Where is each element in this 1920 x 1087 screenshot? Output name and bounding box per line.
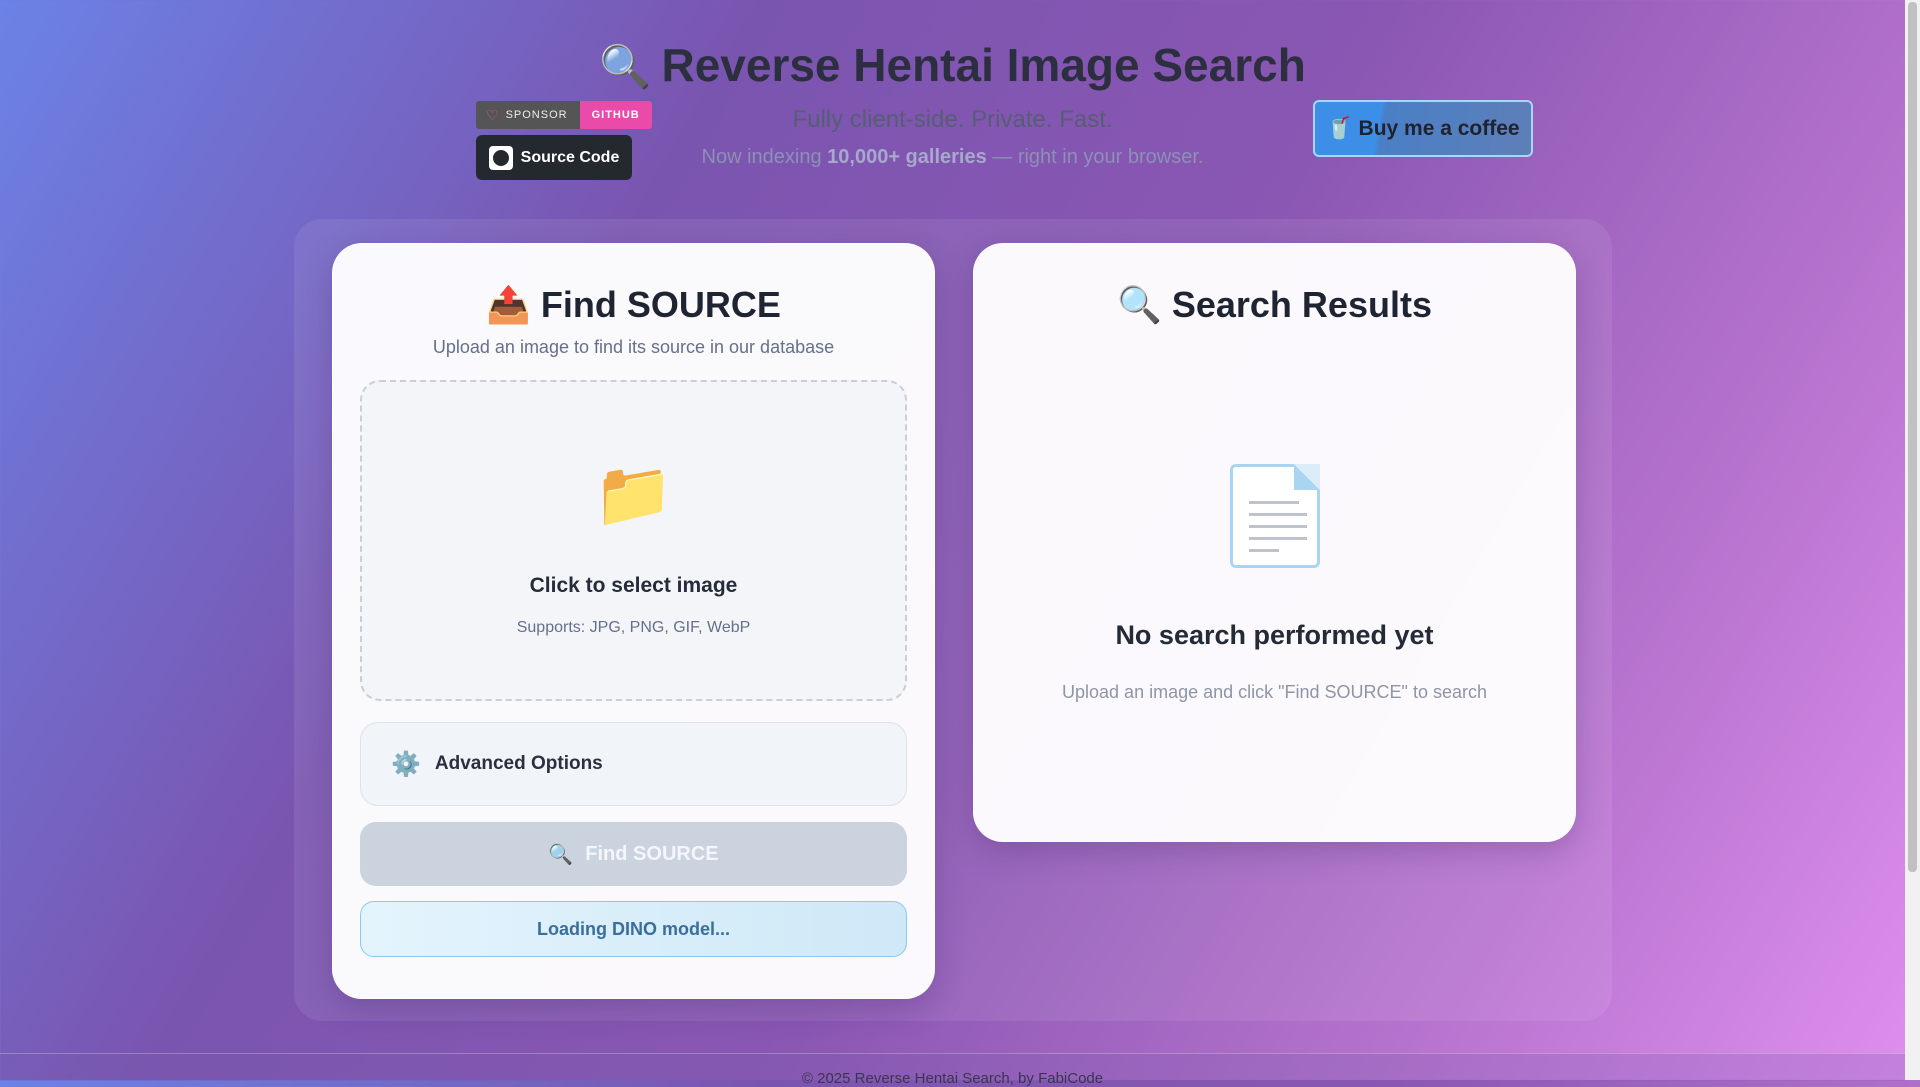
model-loading-status: Loading DINO model... xyxy=(360,901,907,957)
find-source-title: 📤 Find SOURCE xyxy=(333,284,934,326)
image-dropzone[interactable]: 📁 Click to select image Supports: JPG, P… xyxy=(360,380,907,701)
empty-state-title: No search performed yet xyxy=(1115,620,1434,650)
indexing-post: — right in your browser. xyxy=(986,146,1204,168)
search-results-card: 🔍 Search Results No search performed yet … xyxy=(973,243,1576,842)
github-icon xyxy=(488,145,513,170)
document-icon xyxy=(974,464,1575,568)
scrollbar-thumb[interactable] xyxy=(1908,2,1917,872)
github-sponsor-badge[interactable]: ♡ SPONSOR GITHUB xyxy=(476,101,652,129)
search-results-title-text: Search Results xyxy=(1171,284,1432,325)
supported-formats: Supports: JPG, PNG, GIF, WebP xyxy=(516,619,751,636)
magnifier-icon: 🔍 xyxy=(1117,284,1162,325)
page-subtitle: Fully client-side. Private. Fast. xyxy=(792,106,1113,133)
select-image-label: Click to select image xyxy=(529,574,738,597)
source-code-button[interactable]: Source Code xyxy=(476,135,632,180)
gear-icon: ⚙️ xyxy=(391,750,421,778)
search-results-title: 🔍 Search Results xyxy=(974,284,1575,326)
indexing-pre: Now indexing xyxy=(701,146,828,168)
page-title: 🔍 Reverse Hentai Image Search xyxy=(0,38,1905,92)
advanced-options-label: Advanced Options xyxy=(434,753,603,774)
source-code-label: Source Code xyxy=(520,148,620,166)
find-source-button-label: Find SOURCE xyxy=(585,842,719,865)
find-source-title-text: Find SOURCE xyxy=(540,284,781,325)
coffee-label: Buy me a coffee xyxy=(1358,116,1520,140)
magnifier-icon: 🔍 xyxy=(599,43,652,90)
folder-icon: 📁 xyxy=(593,458,674,530)
footer-text: © 2025 Reverse Hentai Search, by FabiCod… xyxy=(801,1070,1104,1087)
heart-icon: ♡ xyxy=(486,106,500,123)
indexing-count: 10,000+ galleries xyxy=(827,146,987,168)
empty-state-hint: Upload an image and click "Find SOURCE" … xyxy=(1062,682,1487,702)
header: 🔍 Reverse Hentai Image Search Fully clien… xyxy=(0,0,1905,200)
find-source-description: Upload an image to find its source in ou… xyxy=(432,337,835,357)
page-title-text: Reverse Hentai Image Search xyxy=(661,39,1306,91)
advanced-options-toggle[interactable]: ⚙️ Advanced Options xyxy=(360,722,907,806)
sponsor-label: SPONSOR xyxy=(505,109,568,121)
find-source-card: 📤 Find SOURCE Upload an image to find its… xyxy=(332,243,935,999)
indexing-note: Now indexing 10,000+ galleries — right i… xyxy=(0,146,1905,169)
upload-tray-icon: 📤 xyxy=(486,284,531,325)
find-source-button[interactable]: 🔍 Find SOURCE xyxy=(360,822,907,886)
buy-me-a-coffee-button[interactable]: 🥤 Buy me a coffee xyxy=(1313,100,1533,157)
cup-icon: 🥤 xyxy=(1326,116,1353,140)
sponsor-github: GITHUB xyxy=(579,101,652,129)
search-icon: 🔍 xyxy=(548,843,574,866)
sponsor-left: ♡ SPONSOR xyxy=(476,101,580,129)
footer: © 2025 Reverse Hentai Search, by FabiCod… xyxy=(0,1053,1905,1087)
page-scrollbar[interactable] xyxy=(1905,0,1920,1080)
